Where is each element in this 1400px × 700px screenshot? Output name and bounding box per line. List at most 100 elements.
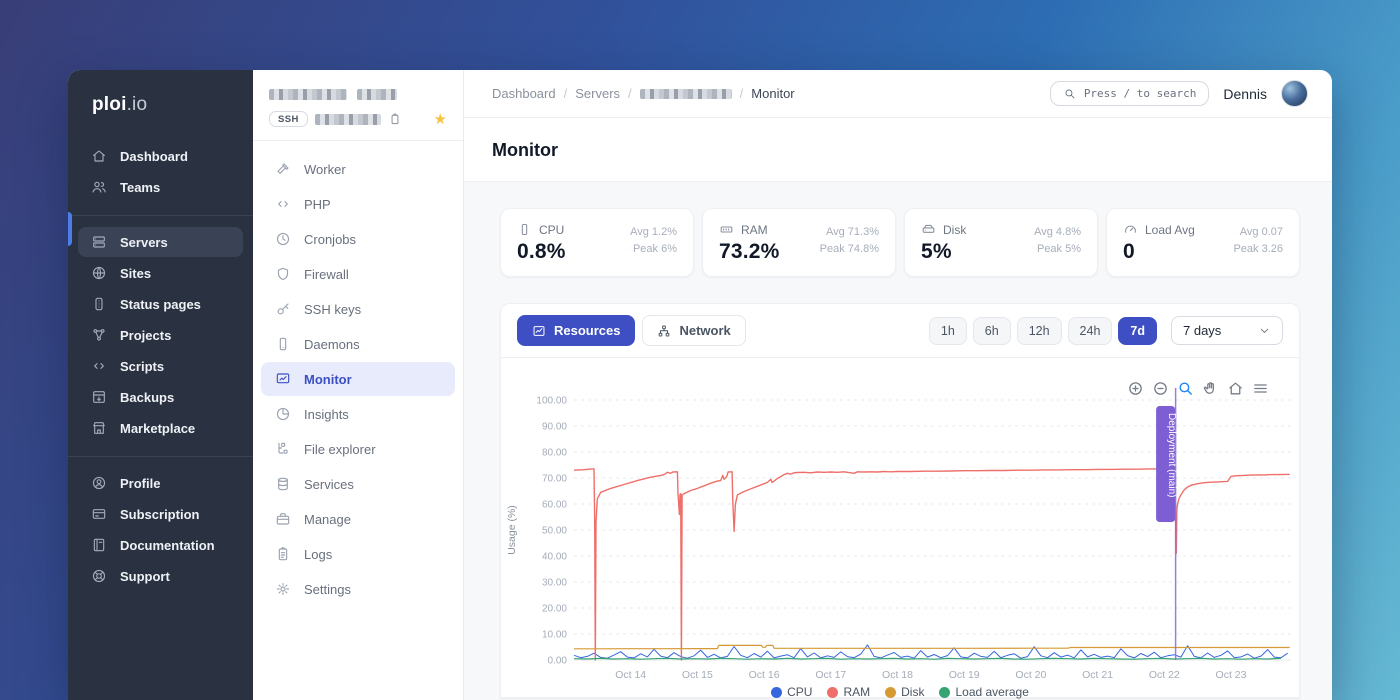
chart-tool-home[interactable]: [1227, 380, 1244, 397]
legend-cpu[interactable]: CPU: [771, 685, 812, 699]
sidebar-item-subscription[interactable]: Subscription: [78, 499, 243, 529]
server-nav-item-monitor[interactable]: Monitor: [261, 362, 455, 396]
stat-card-load-avg: Load Avg 0 Avg 0.07 Peak 3.26: [1106, 208, 1300, 277]
server-nav-label: Monitor: [304, 371, 352, 387]
stat-label: Load Avg: [1145, 222, 1195, 237]
phone-icon: [279, 337, 287, 351]
zoom-in-icon: [1129, 382, 1142, 395]
view-tabs: Resources Network: [517, 315, 753, 346]
key-icon: [277, 303, 289, 315]
svg-text:70.00: 70.00: [542, 474, 567, 485]
code-icon: [94, 363, 104, 369]
sidebar-item-teams[interactable]: Teams: [78, 172, 243, 202]
monitor-icon: [276, 373, 290, 384]
book-icon: [93, 538, 105, 552]
svg-text:0.00: 0.00: [548, 656, 568, 667]
server-nav-label: SSH keys: [304, 301, 362, 317]
avatar[interactable]: [1281, 80, 1308, 107]
chart-tool-zoom-out[interactable]: [1152, 380, 1169, 397]
svg-text:30.00: 30.00: [542, 578, 567, 589]
range-button-24h[interactable]: 24h: [1067, 316, 1113, 345]
server-nav-item-services[interactable]: Services: [261, 467, 455, 501]
server-nav-item-logs[interactable]: Logs: [261, 537, 455, 571]
copy-icon: [391, 113, 399, 125]
breadcrumb-separator: /: [739, 86, 744, 101]
ssh-badge[interactable]: SSH: [269, 111, 308, 127]
legend-label: CPU: [787, 685, 813, 699]
sidebar-item-marketplace[interactable]: Marketplace: [78, 413, 243, 443]
breadcrumb-redacted: [639, 88, 732, 99]
chart-tool-selection-zoom[interactable]: [1177, 380, 1194, 397]
user-name[interactable]: Dennis: [1223, 86, 1267, 102]
server-nav-label: Worker: [304, 161, 346, 177]
search-input[interactable]: Press / to search: [1049, 81, 1210, 106]
svg-text:50.00: 50.00: [542, 526, 567, 537]
sidebar-item-documentation[interactable]: Documentation: [78, 530, 243, 560]
breadcrumb-dashboard[interactable]: Dashboard: [492, 86, 556, 101]
usage-chart[interactable]: 0.00 10.00 20.00 30.00 40.00 50.00 60.00 70.00 8…: [501, 364, 1299, 691]
server-nav-item-cronjobs[interactable]: Cronjobs: [261, 222, 455, 256]
pan-icon: [1203, 382, 1214, 394]
sidebar-item-backups[interactable]: Backups: [78, 382, 243, 412]
tab-label: Network: [679, 323, 731, 338]
selection-zoom-icon: [1179, 382, 1192, 395]
sidebar-item-servers[interactable]: Servers: [78, 227, 243, 257]
chart-canvas[interactable]: 0.00 10.00 20.00 30.00 40.00 50.00 60.00 70.00 8…: [501, 364, 1299, 686]
legend-ram[interactable]: RAM: [827, 685, 870, 699]
sidebar-section: Dashboard Teams: [68, 136, 253, 207]
sidebar-item-support[interactable]: Support: [78, 561, 243, 591]
server-nav-item-insights[interactable]: Insights: [261, 397, 455, 431]
copy-icon[interactable]: [388, 112, 402, 126]
credit-card-icon: [92, 509, 106, 519]
server-nav-item-ssh-keys[interactable]: SSH keys: [261, 292, 455, 326]
chart-section: 0.00 10.00 20.00 30.00 40.00 50.00 60.00 70.00 8…: [501, 358, 1299, 699]
server-nav-item-firewall[interactable]: Firewall: [261, 257, 455, 291]
svg-text:Oct 20: Oct 20: [1015, 669, 1046, 681]
server-nav-item-manage[interactable]: Manage: [261, 502, 455, 536]
sidebar-item-profile[interactable]: Profile: [78, 468, 243, 498]
tab-resources[interactable]: Resources: [517, 315, 636, 346]
chart-tool-zoom-in[interactable]: [1127, 380, 1144, 397]
stat-card-ram: RAM 73.2% Avg 71.3% Peak 74.8%: [702, 208, 896, 277]
range-button-6h[interactable]: 6h: [972, 316, 1011, 345]
server-nav-item-daemons[interactable]: Daemons: [261, 327, 455, 361]
server-nav-item-file-explorer[interactable]: File explorer: [261, 432, 455, 466]
server-nav-item-worker[interactable]: Worker: [261, 152, 455, 186]
stat-card-disk: Disk 5% Avg 4.8% Peak 5%: [904, 208, 1098, 277]
server-nav-item-settings[interactable]: Settings: [261, 572, 455, 606]
breadcrumb-separator: /: [628, 86, 632, 101]
breadcrumb-servers[interactable]: Servers: [575, 86, 620, 101]
home-icon: [1229, 382, 1242, 395]
ram-icon: [720, 226, 733, 233]
favorite-star-icon[interactable]: ★: [434, 112, 447, 127]
stat-avg: Avg 1.2%: [630, 226, 677, 238]
sidebar-item-sites[interactable]: Sites: [78, 258, 243, 288]
server-nav-item-php[interactable]: PHP: [261, 187, 455, 221]
sidebar-item-label: Profile: [120, 475, 161, 491]
range-select[interactable]: 7 days: [1171, 316, 1283, 345]
chart-tool-pan[interactable]: [1202, 380, 1219, 397]
desktop-background: ploi.io Dashboard Teams Servers Sites Status…: [0, 0, 1400, 700]
range-button-12h[interactable]: 12h: [1016, 316, 1062, 345]
svg-text:Oct 15: Oct 15: [682, 669, 713, 681]
sidebar-item-projects[interactable]: Projects: [78, 320, 243, 350]
server-name-redacted: [269, 86, 447, 104]
svg-text:Oct 19: Oct 19: [949, 669, 980, 681]
search-icon: [1063, 87, 1076, 100]
app-window: ploi.io Dashboard Teams Servers Sites Status…: [68, 70, 1332, 700]
tab-network[interactable]: Network: [642, 315, 746, 346]
menu-icon: [1254, 384, 1267, 393]
brand-logo[interactable]: ploi.io: [68, 88, 253, 136]
range-button-7d[interactable]: 7d: [1118, 316, 1157, 345]
stat-value: 0.8%: [517, 240, 566, 263]
sidebar-item-scripts[interactable]: Scripts: [78, 351, 243, 381]
pie-icon: [276, 407, 290, 421]
main-nav: Dashboard Teams Servers Sites Status pages Pr…: [68, 136, 253, 596]
chart-tool-menu[interactable]: [1252, 380, 1269, 397]
sidebar-item-dashboard[interactable]: Dashboard: [78, 141, 243, 171]
sidebar-item-status-pages[interactable]: Status pages: [78, 289, 243, 319]
server-nav-label: Settings: [304, 581, 351, 597]
legend-load-average[interactable]: Load average: [939, 685, 1029, 699]
legend-disk[interactable]: Disk: [885, 685, 924, 699]
range-button-1h[interactable]: 1h: [928, 316, 967, 345]
